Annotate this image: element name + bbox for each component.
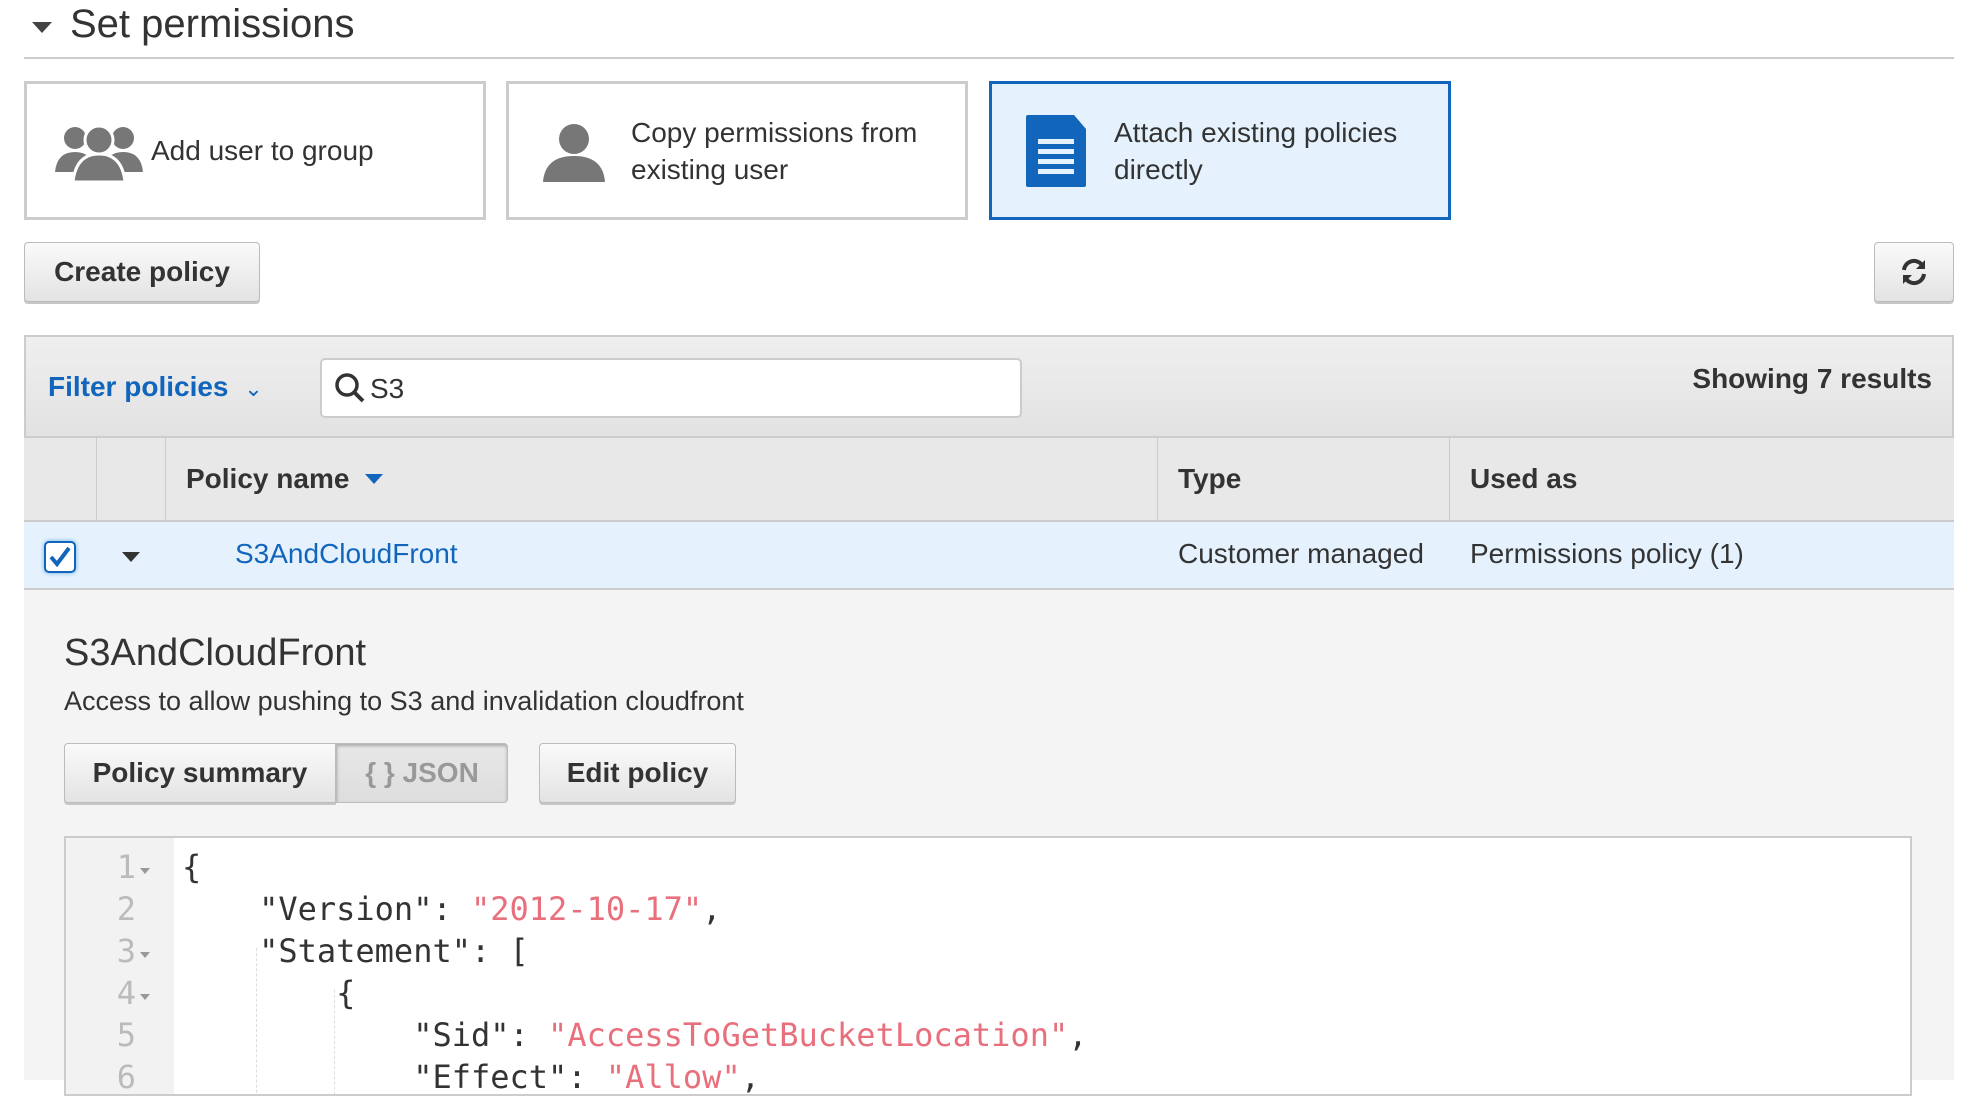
expand-caret-icon[interactable] bbox=[122, 552, 140, 562]
checkmark-icon bbox=[49, 546, 71, 568]
policy-used-as: Permissions policy (1) bbox=[1470, 538, 1744, 569]
option-label-line2: directly bbox=[1114, 153, 1203, 185]
tab-policy-summary[interactable]: Policy summary bbox=[64, 743, 336, 803]
option-attach-policies[interactable]: Attach existing policies directly bbox=[989, 81, 1451, 220]
fold-arrow-icon[interactable] bbox=[140, 868, 150, 874]
search-icon bbox=[335, 373, 365, 403]
code-token: , bbox=[740, 1058, 760, 1096]
option-label-line2: existing user bbox=[631, 153, 789, 185]
code-token: "Version": bbox=[182, 890, 471, 928]
chevron-down-icon: ⌄ bbox=[244, 376, 263, 401]
code-line: "Version": "2012-10-17", bbox=[182, 890, 721, 928]
policy-type: Customer managed bbox=[1178, 538, 1424, 569]
header-used-as[interactable]: Used as bbox=[1449, 438, 1954, 520]
code-line: "Sid": "AccessToGetBucketLocation", bbox=[182, 1016, 1087, 1054]
code-token: { bbox=[182, 848, 202, 886]
line-number: 4 bbox=[116, 974, 136, 1012]
policy-detail-panel: S3AndCloudFront Access to allow pushing … bbox=[24, 590, 1954, 1096]
search-input[interactable]: S3 bbox=[320, 358, 1022, 418]
edit-policy-button[interactable]: Edit policy bbox=[539, 743, 736, 803]
code-line: { bbox=[182, 848, 201, 886]
header-policy-name[interactable]: Policy name bbox=[165, 438, 1157, 520]
fold-arrow-icon[interactable] bbox=[140, 994, 150, 1000]
fold-arrow-icon[interactable] bbox=[140, 952, 150, 958]
code-token: "Statement": [ bbox=[182, 932, 529, 970]
option-label: Add user to group bbox=[151, 135, 374, 166]
line-number: 3 bbox=[116, 932, 136, 970]
filter-policies-dropdown[interactable]: Filter policies ⌄ bbox=[48, 371, 263, 403]
results-count: Showing 7 results bbox=[1692, 363, 1932, 394]
header-type[interactable]: Type bbox=[1157, 438, 1449, 520]
option-label-line1: Copy permissions from bbox=[631, 116, 918, 148]
section-title: Set permissions bbox=[70, 2, 355, 46]
code-line: { bbox=[182, 974, 355, 1012]
line-number: 2 bbox=[116, 890, 136, 928]
line-number: 6 bbox=[116, 1058, 136, 1096]
code-token: , bbox=[1068, 1016, 1088, 1054]
code-token: "Allow" bbox=[605, 1058, 741, 1096]
line-number: 1 bbox=[116, 848, 136, 886]
refresh-icon bbox=[1902, 258, 1926, 286]
code-token: "Effect": bbox=[182, 1058, 606, 1096]
group-icon bbox=[55, 124, 143, 182]
refresh-button[interactable] bbox=[1874, 242, 1954, 302]
document-icon bbox=[1026, 114, 1086, 187]
header-label: Used as bbox=[1470, 463, 1578, 494]
line-number: 5 bbox=[116, 1016, 136, 1054]
option-label-line1: Attach existing policies bbox=[1114, 116, 1398, 148]
detail-title: S3AndCloudFront bbox=[64, 632, 367, 674]
header-expand-column bbox=[96, 438, 165, 520]
code-line: "Statement": [ bbox=[182, 932, 529, 970]
code-token: { bbox=[182, 974, 356, 1012]
table-row[interactable]: S3AndCloudFront Customer managed Permiss… bbox=[24, 522, 1954, 590]
code-token: "AccessToGetBucketLocation" bbox=[548, 1016, 1069, 1054]
create-policy-button[interactable]: Create policy bbox=[24, 242, 260, 302]
user-icon bbox=[543, 123, 605, 182]
header-label: Policy name bbox=[186, 463, 350, 494]
filter-label: Filter policies bbox=[48, 371, 229, 402]
sort-desc-icon bbox=[365, 474, 384, 484]
code-token: , bbox=[702, 890, 722, 928]
row-checkbox[interactable] bbox=[44, 541, 76, 573]
policy-name-link[interactable]: S3AndCloudFront bbox=[235, 538, 458, 570]
option-copy-permissions[interactable]: Copy permissions from existing user bbox=[506, 81, 968, 220]
tab-json[interactable]: { } JSON bbox=[336, 743, 508, 803]
option-add-user-to-group[interactable]: Add user to group bbox=[24, 81, 486, 220]
table-header: Policy name Type Used as bbox=[24, 438, 1954, 522]
header-select-column bbox=[24, 438, 96, 520]
json-editor[interactable]: 1 {2 "Version": "2012-10-17", 3 "Statement… bbox=[64, 836, 1912, 1096]
code-line: "Effect": "Allow", bbox=[182, 1058, 760, 1096]
code-token: "2012-10-17" bbox=[470, 890, 703, 928]
divider bbox=[24, 57, 1954, 59]
filter-bar: Filter policies ⌄ S3 Showing 7 results bbox=[24, 335, 1954, 438]
header-label: Type bbox=[1178, 463, 1242, 494]
detail-description: Access to allow pushing to S3 and invali… bbox=[64, 686, 744, 716]
collapse-caret-icon[interactable] bbox=[32, 22, 52, 33]
code-token: "Sid": bbox=[182, 1016, 549, 1054]
search-value: S3 bbox=[370, 373, 405, 404]
